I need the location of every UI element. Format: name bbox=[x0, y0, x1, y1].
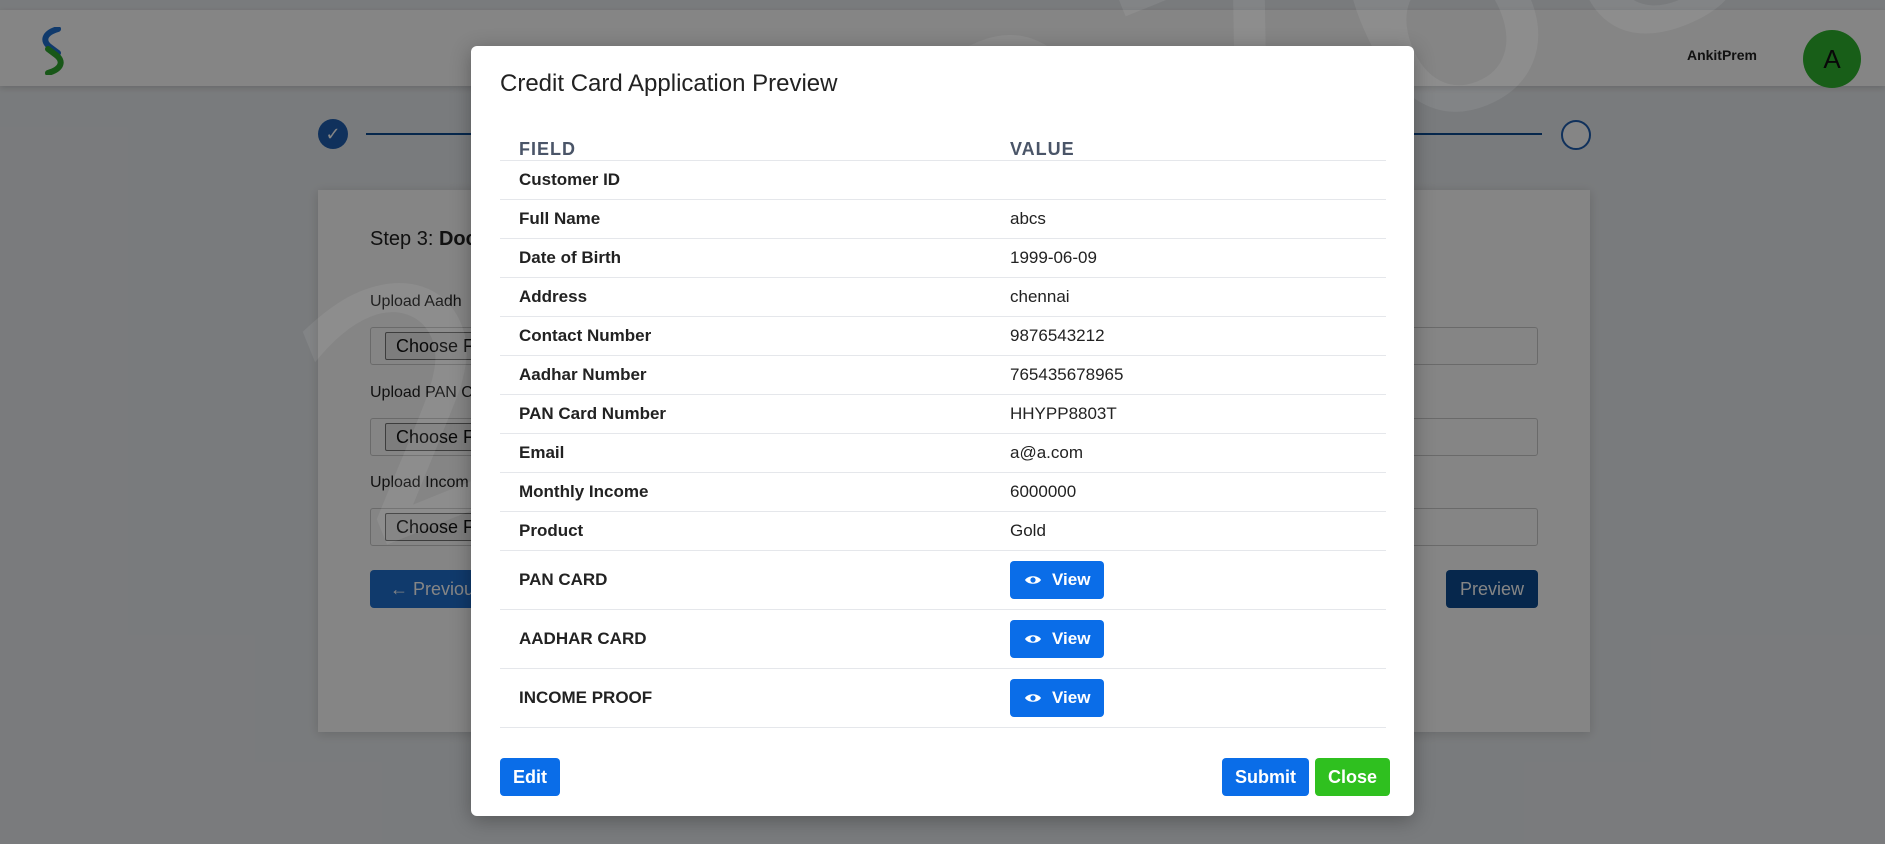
field-value bbox=[991, 160, 1386, 200]
table-row: PAN Card Number HHYPP8803T bbox=[500, 394, 1386, 434]
preview-table: FIELD VALUE Customer ID Full Name abcs D… bbox=[500, 130, 1386, 728]
table-row: Address chennai bbox=[500, 277, 1386, 317]
field-label: Full Name bbox=[500, 199, 991, 239]
field-label: Contact Number bbox=[500, 316, 991, 356]
field-label: Email bbox=[500, 433, 991, 473]
field-label: Date of Birth bbox=[500, 238, 991, 278]
view-aadhar-card-button[interactable]: View bbox=[1010, 620, 1105, 658]
table-row: Product Gold bbox=[500, 511, 1386, 551]
eye-icon bbox=[1025, 576, 1041, 584]
field-value: 765435678965 bbox=[991, 355, 1386, 395]
field-label: Aadhar Number bbox=[500, 355, 991, 395]
table-row: Full Name abcs bbox=[500, 199, 1386, 239]
table-row-document: PAN CARD View bbox=[500, 550, 1386, 610]
document-label: PAN CARD bbox=[500, 550, 991, 610]
field-value: Gold bbox=[991, 511, 1386, 551]
table-row-document: AADHAR CARD View bbox=[500, 609, 1386, 669]
table-row: Customer ID bbox=[500, 160, 1386, 200]
view-pan-card-button[interactable]: View bbox=[1010, 561, 1105, 599]
view-income-proof-button[interactable]: View bbox=[1010, 679, 1105, 717]
field-label: Address bbox=[500, 277, 991, 317]
table-row: Monthly Income 6000000 bbox=[500, 472, 1386, 512]
field-value: abcs bbox=[991, 199, 1386, 239]
table-row: Email a@a.com bbox=[500, 433, 1386, 473]
field-label: Monthly Income bbox=[500, 472, 991, 512]
field-value: chennai bbox=[991, 277, 1386, 317]
field-value: 1999-06-09 bbox=[991, 238, 1386, 278]
document-label: AADHAR CARD bbox=[500, 609, 991, 669]
field-value: 9876543212 bbox=[991, 316, 1386, 356]
edit-button[interactable]: Edit bbox=[500, 758, 560, 796]
field-value: HHYPP8803T bbox=[991, 394, 1386, 434]
modal-title: Credit Card Application Preview bbox=[500, 70, 838, 97]
field-label: PAN Card Number bbox=[500, 394, 991, 434]
table-row: Aadhar Number 765435678965 bbox=[500, 355, 1386, 395]
field-label: Customer ID bbox=[500, 160, 991, 200]
table-row: Contact Number 9876543212 bbox=[500, 316, 1386, 356]
value-column-header: VALUE bbox=[991, 130, 1386, 161]
field-label: Product bbox=[500, 511, 991, 551]
application-preview-modal: Credit Card Application Preview FIELD VA… bbox=[471, 46, 1414, 816]
eye-icon bbox=[1025, 694, 1041, 702]
document-label: INCOME PROOF bbox=[500, 668, 991, 728]
table-row: Date of Birth 1999-06-09 bbox=[500, 238, 1386, 278]
close-button[interactable]: Close bbox=[1315, 758, 1391, 796]
table-row-document: INCOME PROOF View bbox=[500, 668, 1386, 728]
field-column-header: FIELD bbox=[500, 130, 991, 161]
submit-button[interactable]: Submit bbox=[1222, 758, 1309, 796]
eye-icon bbox=[1025, 635, 1041, 643]
field-value: 6000000 bbox=[991, 472, 1386, 512]
field-value: a@a.com bbox=[991, 433, 1386, 473]
